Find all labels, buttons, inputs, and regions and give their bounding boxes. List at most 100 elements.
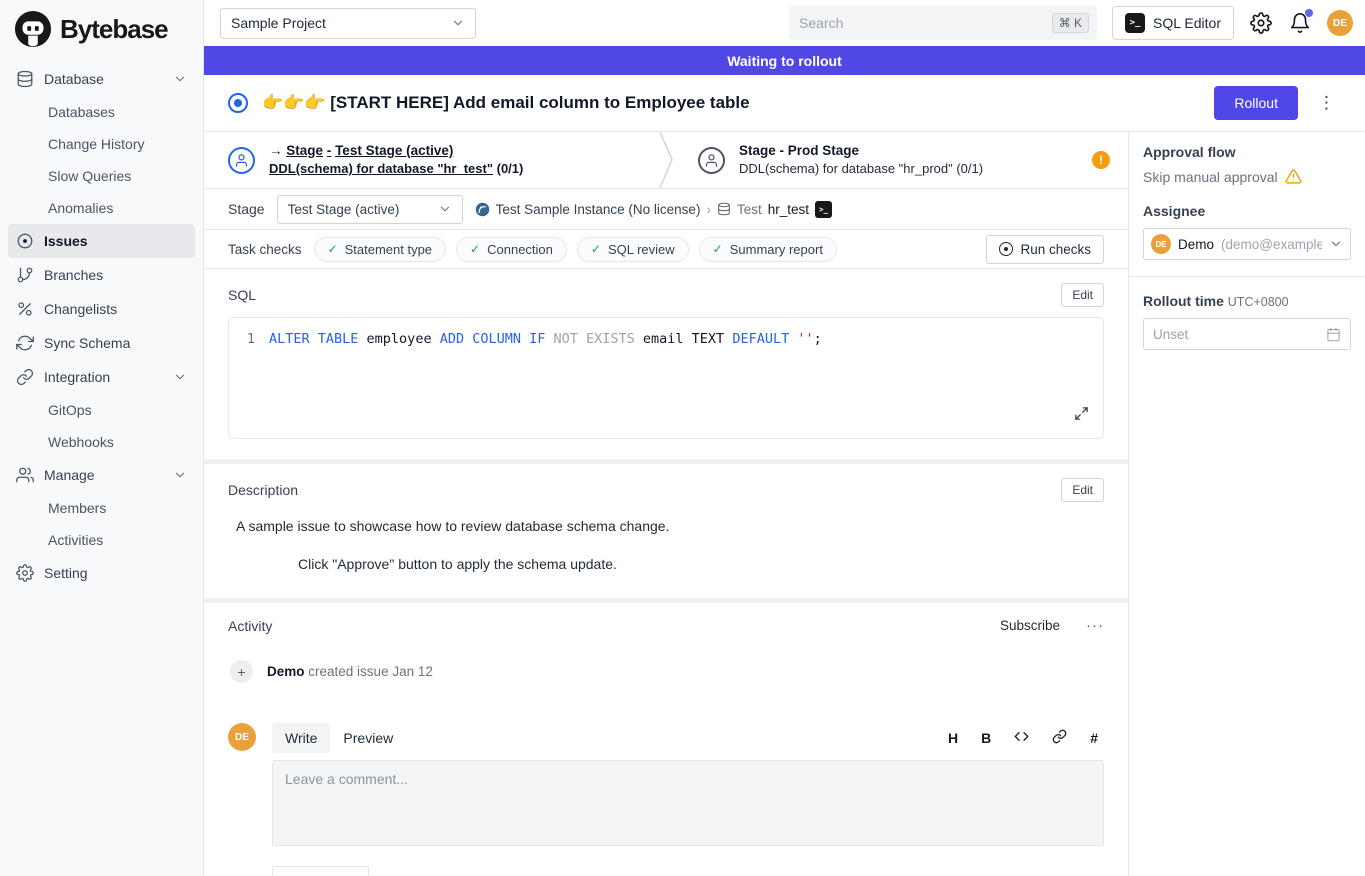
sidebar-item-label: Changelists [44, 301, 187, 317]
stage-label: Stage [228, 201, 265, 217]
sidebar-item-branches[interactable]: Branches [8, 258, 195, 292]
sidebar-item-label: GitOps [48, 402, 187, 418]
sql-editor-button[interactable]: >_ SQL Editor [1112, 6, 1234, 40]
subscribe-button[interactable]: Subscribe [1000, 618, 1060, 633]
environment-label: Test [737, 202, 762, 217]
format-toolbar: H B # [948, 729, 1104, 747]
stage-select[interactable]: Test Stage (active) [277, 195, 463, 224]
stage-select-value: Test Stage (active) [288, 202, 438, 217]
check-icon: ✓ [713, 242, 723, 256]
search-input[interactable] [799, 15, 1052, 31]
issue-main-content: → Stage - Test Stage (active) DDL(schema… [204, 132, 1128, 876]
stage-title: Stage [286, 143, 323, 158]
activity-menu-icon[interactable]: ··· [1086, 617, 1104, 634]
issue-header: 👉👉👉 [START HERE] Add email column to Emp… [204, 75, 1365, 132]
sql-edit-button[interactable]: Edit [1061, 283, 1104, 307]
activity-action: created issue [308, 664, 388, 679]
brand-name: Bytebase [60, 14, 168, 45]
sidebar-item-label: Manage [44, 467, 163, 483]
comment-submit-button[interactable]: Comment [272, 866, 369, 876]
expand-fullscreen-icon[interactable] [1074, 406, 1089, 426]
sidebar-item-database[interactable]: Database [8, 62, 195, 96]
check-icon: ✓ [328, 242, 338, 256]
sidebar-item-integration[interactable]: Integration [8, 360, 195, 394]
database-icon [16, 70, 34, 88]
sidebar-item-manage[interactable]: Manage [8, 458, 195, 492]
sidebar-item-members[interactable]: Members [8, 492, 195, 524]
tab-write[interactable]: Write [272, 723, 330, 753]
check-pill-label: Summary report [730, 242, 823, 257]
sidebar-item-slow-queries[interactable]: Slow Queries [8, 160, 195, 192]
sidebar-item-label: Databases [48, 104, 187, 120]
user-avatar[interactable]: DE [1327, 10, 1353, 36]
sidebar-item-sync-schema[interactable]: Sync Schema [8, 326, 195, 360]
activity-section: Activity Subscribe ··· + Demo created is… [204, 603, 1128, 876]
sql-code-editor[interactable]: 1 ALTER TABLE employee ADD COLUMN IF NOT… [228, 317, 1104, 439]
hash-format-button[interactable]: # [1090, 730, 1098, 746]
code-format-button[interactable] [1014, 729, 1029, 747]
database-link[interactable]: hr_test [768, 202, 809, 217]
check-pill-summary-report[interactable]: ✓ Summary report [699, 237, 837, 262]
settings-gear-button[interactable] [1249, 11, 1273, 35]
stage-task-link[interactable]: DDL(schema) for database "hr_test" [269, 161, 493, 176]
sidebar-item-anomalies[interactable]: Anomalies [8, 192, 195, 224]
sidebar-item-issues[interactable]: Issues [8, 224, 195, 258]
assignee-select[interactable]: DE Demo (demo@example [1143, 228, 1351, 260]
link-format-button[interactable] [1052, 729, 1067, 747]
tab-preview[interactable]: Preview [330, 723, 406, 753]
heading-format-button[interactable]: H [948, 730, 958, 746]
sidebar-item-activities[interactable]: Activities [8, 524, 195, 556]
rollout-time-input[interactable]: Unset [1143, 318, 1351, 350]
stage-user-icon [228, 147, 255, 174]
instance-link[interactable]: Test Sample Instance (No license) [496, 202, 701, 217]
check-pill-sql-review[interactable]: ✓ SQL review [577, 237, 689, 262]
bytebase-logo[interactable]: Bytebase [0, 0, 203, 56]
check-pill-label: Connection [487, 242, 553, 257]
check-icon: ✓ [470, 242, 480, 256]
sql-statement: ALTER TABLE employee ADD COLUMN IF NOT E… [269, 330, 822, 349]
gear-icon [16, 564, 34, 582]
sidebar-item-changelists[interactable]: Changelists [8, 292, 195, 326]
line-number: 1 [239, 330, 269, 349]
description-title: Description [228, 482, 298, 498]
description-edit-button[interactable]: Edit [1061, 478, 1104, 502]
sidebar-item-label: Webhooks [48, 434, 187, 450]
run-checks-button[interactable]: Run checks [986, 235, 1104, 264]
comment-textarea[interactable] [272, 760, 1104, 846]
notifications-bell-button[interactable] [1288, 11, 1312, 35]
database-breadcrumb: Test Sample Instance (No license) › Test… [475, 201, 832, 218]
bold-format-button[interactable]: B [981, 730, 991, 746]
activity-actor: Demo [267, 664, 305, 679]
chevron-down-icon [173, 468, 187, 482]
topbar: Sample Project ⌘ K >_ SQL Editor [204, 0, 1365, 46]
sidebar-item-setting[interactable]: Setting [8, 556, 195, 590]
approval-flow-label: Approval flow [1143, 144, 1351, 160]
sidebar-item-label: Branches [44, 267, 187, 283]
sidebar-item-change-history[interactable]: Change History [8, 128, 195, 160]
stage-user-icon [698, 147, 725, 174]
sidebar-item-webhooks[interactable]: Webhooks [8, 426, 195, 458]
comment-avatar: DE [228, 723, 256, 751]
stage-card-prod[interactable]: Stage - Prod Stage DDL(schema) for datab… [674, 132, 1128, 188]
assignee-avatar: DE [1151, 234, 1171, 254]
open-sql-editor-icon[interactable]: >_ [815, 201, 832, 218]
task-checks-bar: Task checks ✓ Statement type ✓ Connectio… [204, 230, 1128, 269]
timezone-label: UTC+0800 [1228, 295, 1289, 309]
postgresql-icon [475, 202, 490, 217]
sidebar-item-gitops[interactable]: GitOps [8, 394, 195, 426]
check-pill-connection[interactable]: ✓ Connection [456, 237, 567, 262]
activity-entry-text: Demo created issue Jan 12 [267, 664, 433, 679]
search-shortcut-kbd: ⌘ K [1052, 13, 1089, 33]
kebab-menu-icon[interactable]: ⋮ [1312, 93, 1341, 113]
stage-arrow: → [269, 143, 283, 158]
rollout-button[interactable]: Rollout [1214, 86, 1298, 120]
sidebar-item-databases[interactable]: Databases [8, 96, 195, 128]
search-box[interactable]: ⌘ K [789, 6, 1097, 40]
chevron-down-icon [173, 72, 187, 86]
stage-card-test[interactable]: → Stage - Test Stage (active) DDL(schema… [204, 132, 658, 188]
sidebar-item-label: Issues [44, 233, 187, 249]
check-pill-statement-type[interactable]: ✓ Statement type [314, 237, 447, 262]
sidebar-item-label: Activities [48, 532, 187, 548]
project-select[interactable]: Sample Project [220, 8, 476, 39]
issue-open-status-icon [228, 93, 248, 113]
